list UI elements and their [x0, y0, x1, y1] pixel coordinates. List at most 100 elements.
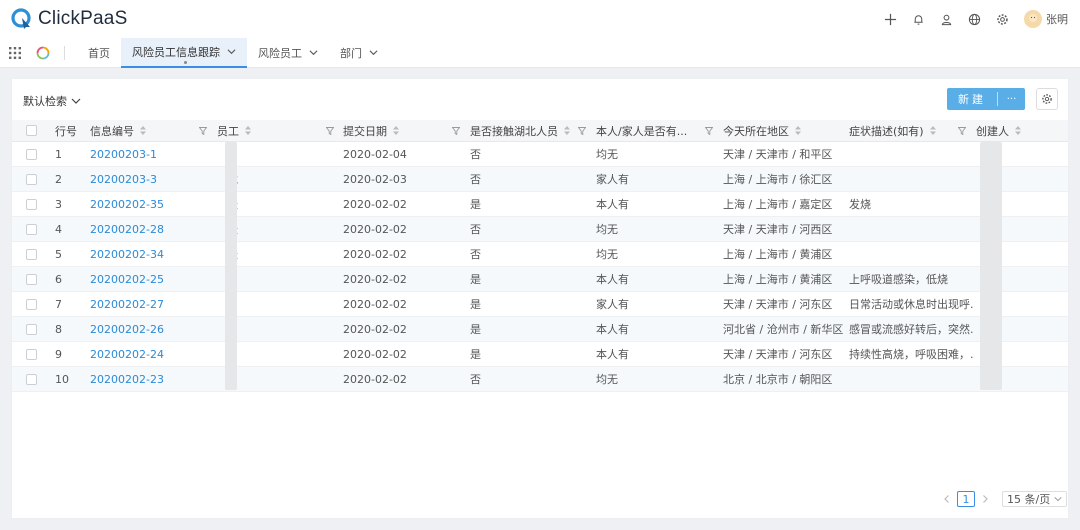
cell-info-no[interactable]: 20200203-3 [90, 167, 200, 191]
cell-symptoms: 日常活动或休息时出现呼... [849, 298, 974, 311]
new-button[interactable]: 新建 [947, 88, 997, 110]
cell-info-no[interactable]: 20200202-23 [90, 367, 200, 391]
cell-info-no[interactable]: 20200203-1 [90, 142, 200, 166]
cell-index: 3 [55, 197, 62, 211]
row-checkbox[interactable] [26, 373, 37, 385]
cell-info-no[interactable]: 20200202-27 [90, 292, 200, 316]
table-row[interactable]: 220200203-3龙2020-02-03否家人有上海 / 上海市 / 徐汇区 [12, 167, 1068, 192]
app-logo[interactable]: ClickPaaS [10, 7, 127, 31]
row-select-cell [26, 317, 40, 341]
header-family-status[interactable]: 本人/家人是否有... [596, 120, 696, 141]
page-number-current[interactable]: 1 [957, 491, 975, 507]
tab-risk-employee-tracking[interactable]: 风险员工信息跟踪 [121, 37, 247, 68]
row-checkbox[interactable] [26, 248, 37, 260]
filter-funnel-icon[interactable] [958, 127, 966, 135]
sort-icon[interactable] [1015, 126, 1021, 135]
cell-info-no[interactable]: 20200202-25 [90, 267, 200, 291]
cell-family-status: 家人有 [596, 173, 629, 186]
header-employee[interactable]: 员工 [217, 120, 327, 141]
cell-info-no[interactable]: 20200202-26 [90, 317, 200, 341]
chevron-down-icon[interactable] [369, 48, 378, 57]
chevron-down-icon[interactable] [309, 48, 318, 57]
chevron-left-icon[interactable] [942, 494, 952, 504]
cell-info-no[interactable]: 20200202-35 [90, 192, 200, 216]
sort-icon[interactable] [140, 126, 146, 135]
tab-department[interactable]: 部门 [329, 38, 389, 68]
table-row[interactable]: 8 20200202-26 2020-02-02 是 本人有 河北省 / 沧州市 / 新华… [12, 317, 1068, 342]
bell-icon[interactable] [911, 12, 925, 26]
nav-bar: 首页 风险员工信息跟踪 风险员工 部门 [0, 37, 1080, 68]
chevron-down-icon[interactable] [227, 47, 236, 56]
cell-hubei-contact: 是 [470, 323, 481, 336]
select-all-checkbox[interactable] [26, 125, 37, 136]
row-checkbox[interactable] [26, 173, 37, 185]
table-row[interactable]: 7 20200202-27 2020-02-02 是 家人有 天津 / 天津市 / 河东区… [12, 292, 1068, 317]
chevron-right-icon[interactable] [980, 494, 990, 504]
cell-hubei-contact: 是 [470, 348, 481, 361]
cell-hubei-contact: 是 [470, 298, 481, 311]
table-row[interactable]: 9 20200202-24 2020-02-02 是 本人有 天津 / 天津市 / 河东区… [12, 342, 1068, 367]
header-date[interactable]: 提交日期 [343, 120, 453, 141]
filter-funnel-icon[interactable] [452, 127, 460, 135]
cell-location: 天津 / 天津市 / 河西区 [723, 223, 833, 236]
header-symptoms[interactable]: 症状描述(如有) [849, 120, 959, 141]
cell-info-no[interactable]: 20200202-28 [90, 217, 200, 241]
user-icon[interactable] [939, 12, 953, 26]
page-size-select[interactable]: 15 条/页 [1002, 491, 1068, 507]
table-row[interactable]: 520200202-34天2020-02-02否均无上海 / 上海市 / 黄浦区 [12, 242, 1068, 267]
tab-home[interactable]: 首页 [77, 38, 121, 68]
sort-icon[interactable] [929, 126, 936, 135]
app-swirl-icon[interactable] [36, 46, 50, 60]
avatar[interactable] [1024, 10, 1042, 28]
sort-icon[interactable] [393, 126, 399, 135]
table-row[interactable]: 420200202-28天2020-02-02否均无天津 / 天津市 / 河西区 [12, 217, 1068, 242]
table-row[interactable]: 10 20200202-23 2020-02-02 否 均无 北京 / 北京市 / 朝阳区 [12, 367, 1068, 392]
cell-symptoms: 发烧 [849, 198, 871, 211]
tab-risk-employee[interactable]: 风险员工 [247, 38, 329, 68]
row-checkbox[interactable] [26, 323, 37, 335]
row-checkbox[interactable] [26, 148, 37, 160]
sort-icon[interactable] [564, 126, 570, 135]
add-icon[interactable] [883, 12, 897, 26]
row-checkbox[interactable] [26, 198, 37, 210]
filter-funnel-icon[interactable] [199, 127, 207, 135]
cell-location: 天津 / 天津市 / 和平区 [723, 148, 833, 161]
more-actions-button[interactable]: ··· [998, 88, 1025, 110]
row-checkbox[interactable] [26, 273, 37, 285]
clickpaas-logo-icon [11, 8, 31, 29]
filter-dropdown[interactable]: 默认检索 [23, 93, 81, 109]
app-grid-icon[interactable] [8, 46, 22, 60]
table-row[interactable]: 620200202-25画2020-02-02是本人有上海 / 上海市 / 黄浦… [12, 267, 1068, 292]
table-row[interactable]: 1 20200203-1 2020-02-04 否 均无 天津 / 天津市 / 和平区 [12, 142, 1068, 167]
table-settings-button[interactable] [1036, 88, 1058, 110]
gear-icon[interactable] [995, 12, 1009, 26]
sort-icon[interactable] [795, 126, 801, 135]
tab-label: 风险员工 [258, 46, 302, 60]
header-info-no[interactable]: 信息编号 [90, 120, 210, 141]
cell-family-status: 均无 [596, 248, 618, 261]
cell-date: 2020-02-02 [343, 222, 407, 236]
sort-icon[interactable] [245, 126, 251, 135]
cell-info-no[interactable]: 20200202-34 [90, 242, 200, 266]
filter-funnel-icon[interactable] [578, 127, 586, 135]
cell-family-status: 本人有 [596, 348, 629, 361]
row-select-cell [26, 292, 40, 316]
table-row[interactable]: 320200202-35天2020-02-02是本人有上海 / 上海市 / 嘉定… [12, 192, 1068, 217]
header-location[interactable]: 今天所在地区 [723, 120, 843, 141]
row-checkbox[interactable] [26, 223, 37, 235]
cell-info-no[interactable]: 20200202-24 [90, 342, 200, 366]
filter-funnel-icon[interactable] [705, 127, 713, 135]
header-label: 症状描述(如有) [849, 124, 924, 138]
filter-funnel-icon[interactable] [326, 127, 334, 135]
chevron-down-icon [71, 98, 81, 104]
cell-hubei-contact: 是 [470, 273, 481, 286]
row-checkbox[interactable] [26, 348, 37, 360]
username[interactable]: 张明 [1046, 11, 1068, 27]
header-hubei-contact[interactable]: 是否接触湖北人员 [470, 120, 582, 141]
table-header: 行号 信息编号 员工 提交日期 是否接触湖北人员 本人/家人是否有... 今天所… [12, 120, 1068, 142]
globe-icon[interactable] [967, 12, 981, 26]
cell-symptoms [849, 242, 974, 266]
header-creator[interactable]: 创建人 [976, 120, 1056, 141]
row-checkbox[interactable] [26, 298, 37, 310]
top-bar: ClickPaaS 张明 [0, 0, 1080, 38]
